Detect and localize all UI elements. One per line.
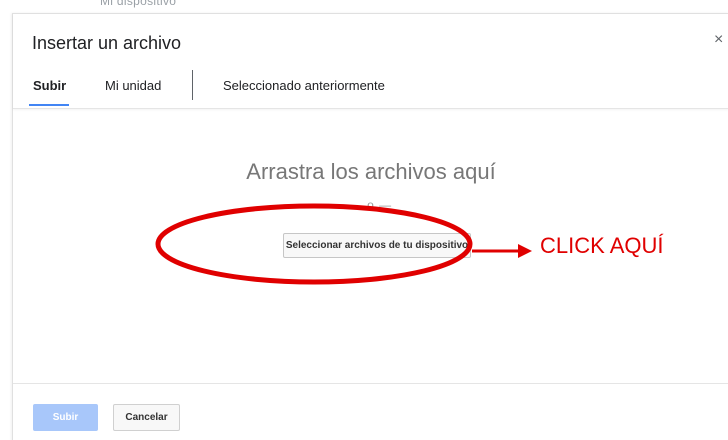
cancel-button[interactable]: Cancelar (113, 404, 180, 431)
background-partial-text: Mi dispositivo (100, 0, 177, 8)
tab-previously-selected[interactable]: Seleccionado anteriormente (223, 78, 385, 93)
background-page: Mi dispositivo (0, 0, 728, 12)
select-files-button[interactable]: Seleccionar archivos de tu dispositivo (283, 233, 471, 258)
screenshot-root: Mi dispositivo Insertar un archivo × Sub… (0, 0, 728, 440)
active-tab-indicator (29, 104, 69, 106)
dialog-header: Insertar un archivo × Subir Mi unidad Se… (13, 14, 728, 109)
tab-my-drive[interactable]: Mi unidad (105, 78, 161, 93)
drop-zone-text: Arrastra los archivos aquí (246, 159, 496, 184)
insert-file-dialog: Insertar un archivo × Subir Mi unidad Se… (12, 13, 728, 440)
annotation-label: CLICK AQUÍ (540, 233, 664, 258)
close-icon[interactable]: × (714, 32, 723, 48)
dialog-title: Insertar un archivo (32, 33, 182, 53)
tab-upload[interactable]: Subir (33, 78, 66, 93)
tab-divider (192, 70, 193, 100)
submit-button[interactable]: Subir (33, 404, 98, 431)
or-separator: — o — (349, 198, 393, 212)
dialog-footer: Subir Cancelar (13, 383, 728, 440)
